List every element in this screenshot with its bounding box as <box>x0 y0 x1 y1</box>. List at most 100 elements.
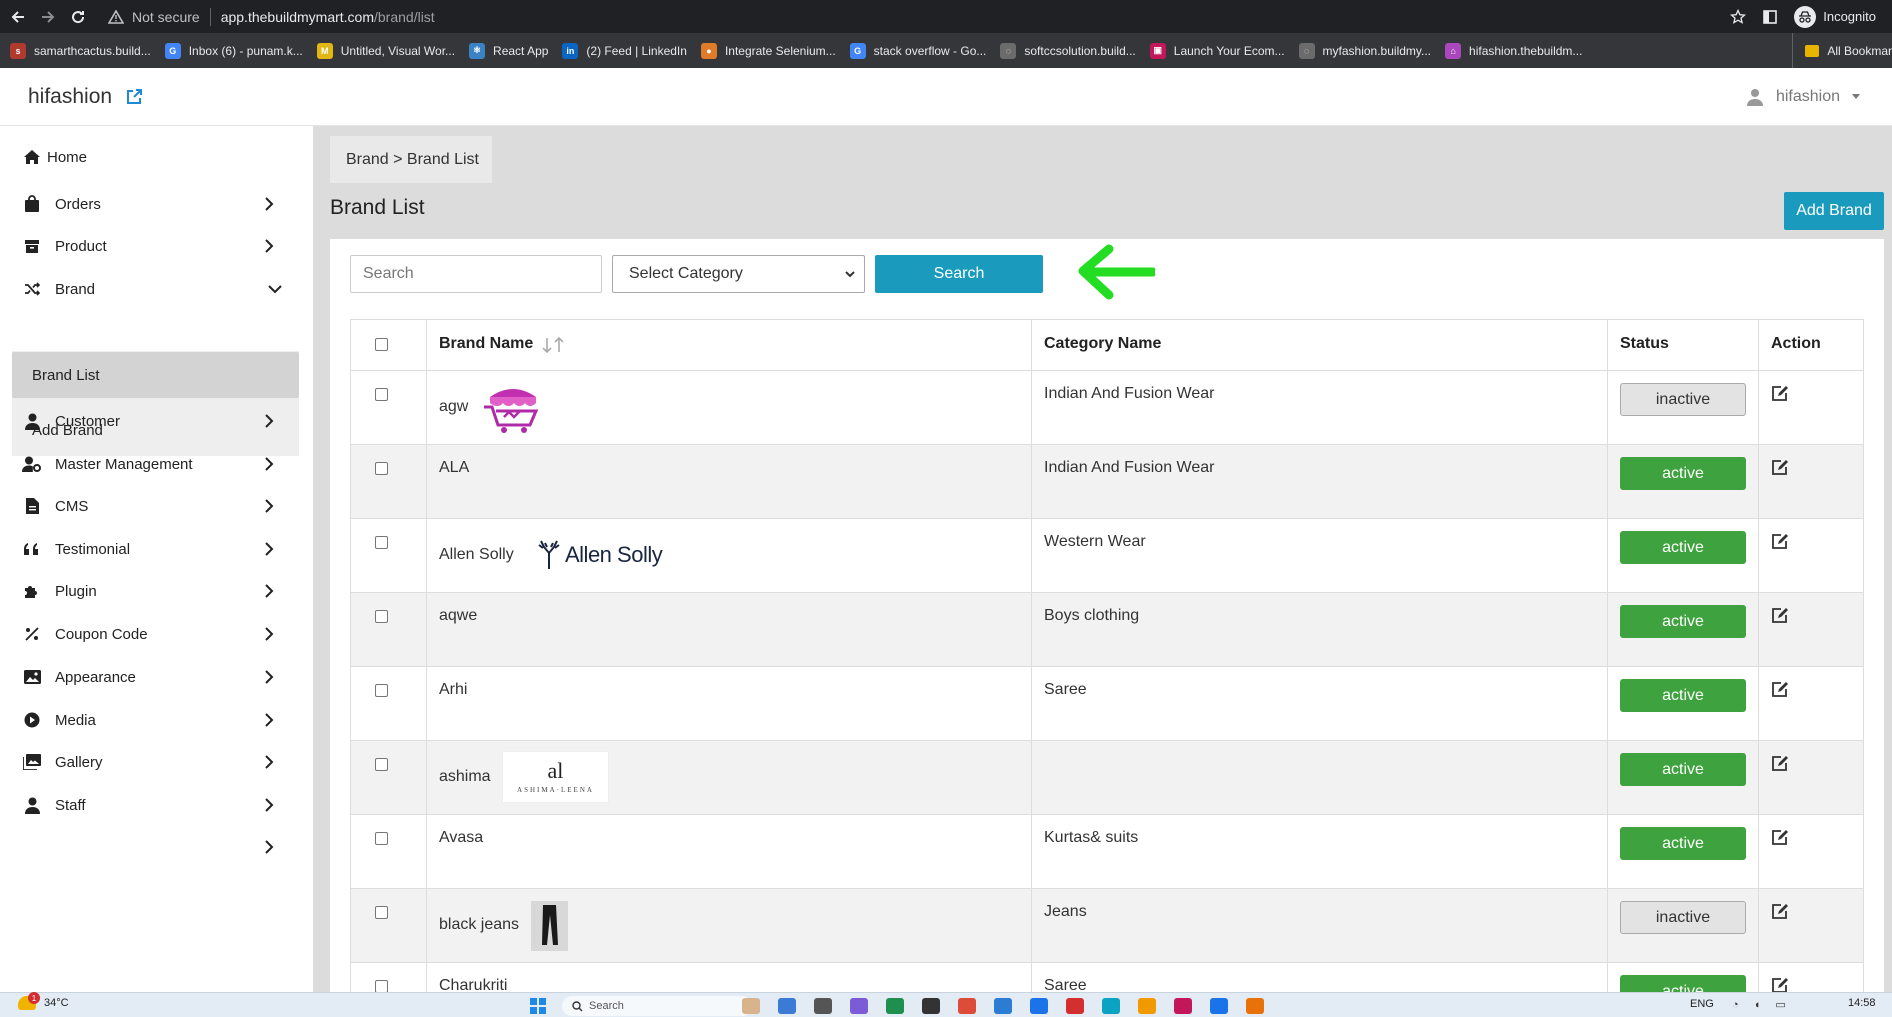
taskbar-app-icon[interactable] <box>922 998 940 1014</box>
submenu-item-brand-list[interactable]: Brand List <box>12 352 299 398</box>
taskbar-app-icon[interactable] <box>778 998 796 1014</box>
bookmark-item[interactable]: M Untitled, Visual Wor... <box>316 42 455 59</box>
windows-start-icon[interactable] <box>530 998 546 1014</box>
row-checkbox[interactable] <box>375 758 388 771</box>
sidebar-item-partial[interactable] <box>0 826 313 868</box>
sidebar-item-gallery[interactable]: Gallery <box>0 741 313 783</box>
sidebar-item-staff[interactable]: Staff <box>0 784 313 826</box>
bookmark-item[interactable]: ● Integrate Selenium... <box>700 42 836 59</box>
row-checkbox[interactable] <box>375 388 388 401</box>
edit-icon[interactable] <box>1771 829 1789 846</box>
sort-icon[interactable] <box>541 336 567 354</box>
bookmark-item[interactable]: G Inbox (6) - punam.k... <box>164 42 303 59</box>
taskbar-app-icon[interactable] <box>958 998 976 1014</box>
all-bookmarks-button[interactable]: All Bookmar <box>1792 33 1892 68</box>
sidebar-item-orders[interactable]: Orders <box>0 183 313 225</box>
row-checkbox[interactable] <box>375 980 388 992</box>
taskbar-app-icon[interactable] <box>1030 998 1048 1014</box>
back-button[interactable] <box>6 5 30 29</box>
edit-icon[interactable] <box>1771 977 1789 992</box>
row-checkbox[interactable] <box>375 684 388 697</box>
sidebar-item-brand[interactable]: Brand <box>0 268 313 310</box>
category-select[interactable]: Select Category <box>612 255 865 293</box>
forward-button[interactable] <box>36 5 60 29</box>
edit-icon[interactable] <box>1771 607 1789 624</box>
bookmark-item[interactable]: ⚛ React App <box>469 42 548 59</box>
sidebar-item-cms[interactable]: CMS <box>0 485 313 527</box>
status-toggle-button[interactable]: active <box>1620 827 1746 860</box>
bookmark-item[interactable]: ▣ Launch Your Ecom... <box>1149 42 1285 59</box>
search-icon <box>572 1000 583 1011</box>
user-menu[interactable]: hifashion <box>1746 88 1860 106</box>
breadcrumb[interactable]: Brand > Brand List <box>330 136 492 183</box>
bookmark-item[interactable]: s samarthcactus.build... <box>10 42 151 59</box>
edit-icon[interactable] <box>1771 903 1789 920</box>
row-checkbox[interactable] <box>375 610 388 623</box>
taskbar-app-icon[interactable] <box>886 998 904 1014</box>
status-toggle-button[interactable]: active <box>1620 679 1746 712</box>
status-toggle-button[interactable]: active <box>1620 457 1746 490</box>
bookmark-item[interactable]: ◌ myfashion.buildmy... <box>1298 42 1431 59</box>
reload-button[interactable] <box>66 5 90 29</box>
status-toggle-button[interactable]: active <box>1620 975 1746 992</box>
sidebar-item-testimonial[interactable]: Testimonial <box>0 528 313 570</box>
side-panel-icon[interactable] <box>1762 9 1778 25</box>
status-toggle-button[interactable]: inactive <box>1620 901 1746 934</box>
bookmark-item[interactable]: in (2) Feed | LinkedIn <box>562 42 687 59</box>
sidebar-item-home[interactable]: Home <box>0 136 313 178</box>
brand-name: Charukriti <box>439 977 508 992</box>
chevron-right-icon <box>264 583 274 599</box>
external-link-icon[interactable] <box>126 88 143 105</box>
edit-icon[interactable] <box>1771 755 1789 772</box>
row-checkbox[interactable] <box>375 536 388 549</box>
sidebar-item-appearance[interactable]: Appearance <box>0 656 313 698</box>
bookmark-item[interactable]: ⌂ hifashion.thebuildm... <box>1445 42 1582 59</box>
status-toggle-button[interactable]: inactive <box>1620 383 1746 416</box>
url-bar[interactable]: Not secure app.thebuildmymart.com/brand/… <box>108 0 1730 33</box>
taskbar-app-icon[interactable] <box>1138 998 1156 1014</box>
edit-icon[interactable] <box>1771 533 1789 550</box>
add-brand-button[interactable]: Add Brand <box>1784 192 1884 230</box>
row-checkbox[interactable] <box>375 906 388 919</box>
taskbar-app-icon[interactable] <box>1210 998 1228 1014</box>
sidebar-item-plugin[interactable]: Plugin <box>0 570 313 612</box>
header-brand-name[interactable]: Brand Name <box>439 335 533 353</box>
bookmark-item[interactable]: Gstack overflow - Go... <box>849 42 986 59</box>
status-toggle-button[interactable]: active <box>1620 753 1746 786</box>
sidebar-item-media[interactable]: Media <box>0 699 313 741</box>
folder-icon <box>1805 44 1820 57</box>
edit-icon[interactable] <box>1771 459 1789 476</box>
taskbar-app-icon[interactable] <box>994 998 1012 1014</box>
store-logo[interactable]: hifashion <box>28 85 143 109</box>
row-checkbox[interactable] <box>375 462 388 475</box>
clock[interactable]: 14:58 <box>1848 997 1876 1009</box>
submenu-item-add-brand[interactable]: Add Brand <box>12 407 299 453</box>
bookmark-item[interactable]: ◌ softccsolution.build... <box>1000 42 1136 59</box>
weather-widget[interactable]: 1 34°C <box>18 992 69 1010</box>
sidebar-item-coupon-code[interactable]: Coupon Code <box>0 613 313 655</box>
search-button[interactable]: Search <box>875 255 1043 293</box>
search-input[interactable]: Search <box>350 255 602 293</box>
edit-icon[interactable] <box>1771 385 1789 402</box>
sidebar-item-product[interactable]: Product <box>0 225 313 267</box>
status-toggle-button[interactable]: active <box>1620 605 1746 638</box>
taskbar-app-icon[interactable] <box>742 998 760 1014</box>
bookmark-star-icon[interactable] <box>1730 8 1747 25</box>
system-tray-icons[interactable]: ◔ ◖ ▭ <box>1732 998 1792 1011</box>
taskbar-app-icon[interactable] <box>1174 998 1192 1014</box>
taskbar-app-icon[interactable] <box>1246 998 1264 1014</box>
taskbar-app-icon[interactable] <box>814 998 832 1014</box>
incognito-indicator[interactable]: Incognito <box>1794 5 1876 28</box>
status-toggle-button[interactable]: active <box>1620 531 1746 564</box>
not-secure-indicator[interactable]: Not secure <box>108 9 200 25</box>
taskbar-app-icon[interactable] <box>850 998 868 1014</box>
taskbar-app-icon[interactable] <box>1066 998 1084 1014</box>
row-checkbox[interactable] <box>375 832 388 845</box>
taskbar-search[interactable]: Search <box>562 996 752 1016</box>
select-all-checkbox[interactable] <box>375 338 388 351</box>
page-title: Brand List <box>330 196 425 219</box>
taskbar-app-icon[interactable] <box>1102 998 1120 1014</box>
edit-icon[interactable] <box>1771 681 1789 698</box>
sidebar-item-label: Plugin <box>55 582 97 600</box>
language-indicator[interactable]: ENG <box>1690 998 1714 1010</box>
